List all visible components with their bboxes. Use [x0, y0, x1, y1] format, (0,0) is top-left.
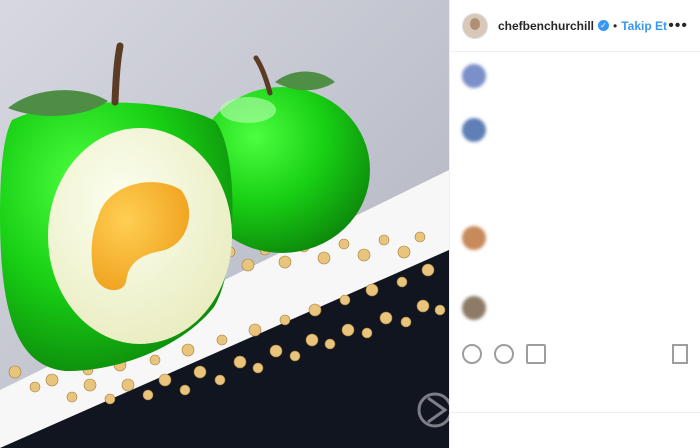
username[interactable]: chefbenchurchill [498, 19, 594, 33]
comment-text [496, 296, 666, 336]
comment-list [450, 64, 700, 336]
comment-row [462, 118, 688, 212]
post-header: chefbenchurchill ✓ • Takip Et ••• [450, 0, 700, 52]
comment-avatar[interactable] [462, 118, 486, 142]
add-comment-bar [450, 412, 700, 448]
post-actions [462, 344, 688, 364]
share-icon[interactable] [526, 344, 546, 364]
profile-avatar[interactable] [462, 12, 488, 39]
comment-avatar[interactable] [462, 64, 486, 88]
comment-text [496, 64, 666, 104]
bookmark-icon[interactable] [672, 344, 688, 364]
header-separator: • [613, 18, 618, 33]
comment-row [462, 226, 688, 282]
comment-avatar[interactable] [462, 296, 486, 320]
comment-row [462, 64, 688, 104]
comment-row [462, 296, 688, 336]
comment-text [496, 118, 666, 212]
comment-text [496, 226, 666, 282]
verified-badge-icon: ✓ [598, 20, 610, 31]
comment-avatar[interactable] [462, 226, 486, 250]
heart-icon[interactable] [462, 344, 482, 364]
follow-button[interactable]: Takip Et [621, 19, 667, 33]
post-photo[interactable] [0, 0, 449, 448]
instagram-post: chefbenchurchill ✓ • Takip Et ••• [0, 0, 700, 448]
more-options-icon[interactable]: ••• [668, 17, 688, 35]
post-sidebar: chefbenchurchill ✓ • Takip Et ••• [449, 0, 700, 448]
comment-icon[interactable] [494, 344, 514, 364]
apple-dessert-image [0, 0, 449, 448]
